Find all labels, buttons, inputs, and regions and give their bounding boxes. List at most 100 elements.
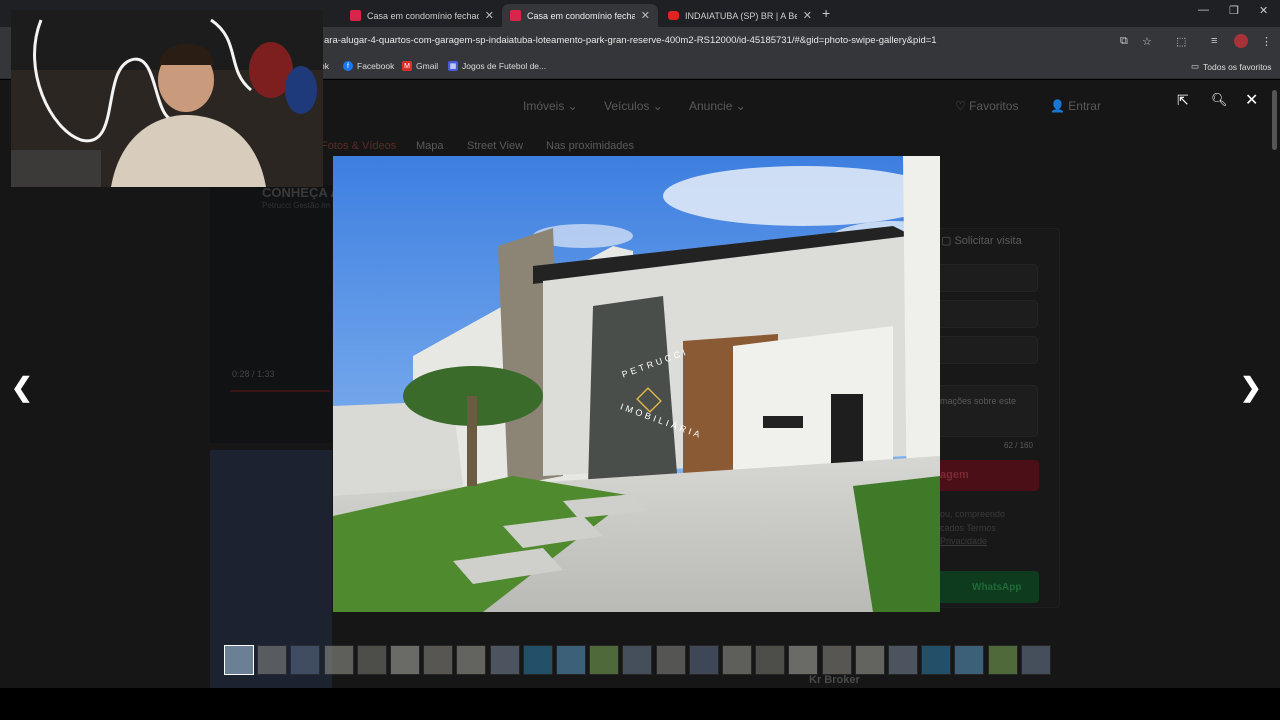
menu-icon[interactable]: ⋮ [1261,35,1272,48]
close-tab-icon[interactable]: ✕ [641,9,650,22]
gallery-thumbnail[interactable] [788,645,819,675]
zoom-icon[interactable]: 🔍︎ [1211,92,1228,108]
gallery-thumbnail[interactable] [722,645,752,675]
nav-anuncie[interactable]: Anuncie ⌄ [689,99,746,113]
gallery-thumbnail[interactable] [888,645,918,675]
bookmark-gmail[interactable]: M Gmail [402,61,438,71]
tab-title: Casa em condomínio fechado [367,10,479,21]
video-title: CONHEÇA A [262,185,340,200]
bookmark-label: Facebook [357,61,395,71]
gallery-thumbnail[interactable] [522,645,553,675]
input-phone[interactable] [935,336,1038,364]
privacy-link[interactable]: Privacidade [940,536,987,546]
gallery-thumbnail[interactable] [456,645,487,675]
tab-street-view[interactable]: Street View [467,140,523,152]
bookmark-facebook[interactable]: f Facebook [343,61,394,71]
minimize-icon[interactable]: — [1198,4,1209,16]
gallery-thumbnail[interactable] [854,645,885,675]
previous-photo-arrow-icon[interactable]: ❮ [11,372,33,403]
close-tab-icon[interactable]: ✕ [803,9,812,22]
browser-tab[interactable]: INDAIATUBA (SP) BR | A Bela Ci ✕ [660,4,820,27]
profile-avatar[interactable] [1234,34,1248,48]
gallery-thumbnail[interactable] [290,645,321,675]
tab-map[interactable]: Mapa [416,140,444,152]
facebook-icon: f [343,61,353,71]
page-scrollbar[interactable] [1272,90,1277,150]
legal-text-2[interactable]: cados Termos [940,523,996,533]
gallery-thumbnail[interactable] [1020,645,1051,675]
gallery-thumbnail[interactable] [356,645,387,675]
youtube-icon [668,11,679,20]
gallery-thumbnail[interactable] [921,645,952,675]
gallery-thumbnail[interactable] [622,645,653,675]
gallery-thumbnail[interactable] [489,645,520,675]
tab-photos-videos[interactable]: Fotos & Vídeos [321,140,396,152]
gmail-icon: M [402,61,412,71]
next-photo-arrow-icon[interactable]: ❯ [1240,372,1262,403]
whatsapp-label: WhatsApp [972,582,1022,593]
bookmark-star-icon[interactable]: ☆ [1142,35,1152,48]
message-text: mações sobre este [940,396,1017,406]
webcam-overlay [11,10,323,187]
tab-title: INDAIATUBA (SP) BR | A Bela Ci [685,10,797,21]
video-player[interactable]: CONHEÇA A Petrucci Gestão Im 0:28 / 1:33 [210,185,340,443]
favorites-link[interactable]: ♡ Favoritos [955,99,1018,113]
url-field[interactable]: ara-alugar-4-quartos-com-garagem-sp-inda… [324,35,937,46]
share-icon[interactable]: ⇱ [1177,92,1189,109]
games-icon: ▦ [448,61,458,71]
bookmark-label: Gmail [416,61,439,71]
all-bookmarks-label: Todos os favoritos [1203,61,1272,72]
zap-imoveis-icon [510,10,521,21]
message-textarea[interactable]: mações sobre este [935,385,1038,437]
login-link[interactable]: 👤 Entrar [1050,99,1101,113]
input-name[interactable] [935,264,1038,292]
nav-veiculos[interactable]: Veículos ⌄ [604,99,663,113]
browser-tab-active[interactable]: Casa em condomínio fechado ✕ [502,4,658,27]
video-channel: Petrucci Gestão Im [262,201,331,210]
bottom-bar [0,688,1280,720]
gallery-thumbnail[interactable] [423,645,454,675]
gallery-thumbnail[interactable] [755,645,786,675]
video-time: 0:28 / 1:33 [232,369,275,379]
video-progress[interactable] [230,390,330,392]
gallery-thumbnail[interactable] [987,645,1018,675]
media-icon[interactable]: ≡ [1211,35,1217,47]
zap-imoveis-icon [350,10,361,21]
bookmark-games[interactable]: ▦ Jogos de Futebol de... [448,61,546,71]
whatsapp-button[interactable]: WhatsApp [935,571,1039,603]
request-visit[interactable]: ▢ Solicitar visita [941,234,1022,247]
send-label: agem [940,469,969,481]
all-bookmarks[interactable]: ▭ Todos os favoritos [1191,61,1272,72]
gallery-thumbnail[interactable] [589,645,620,675]
tab-nearby[interactable]: Nas proximidades [546,140,634,152]
house-photo-illustration [333,156,940,612]
restore-icon[interactable]: ❐ [1229,4,1239,17]
char-counter: 62 / 160 [1004,441,1033,450]
gallery-thumbnail[interactable] [556,645,586,675]
folder-icon: ▭ [1191,61,1200,71]
thumbnail-strip [222,645,1062,677]
extensions-icon[interactable]: ⬚ [1176,35,1186,48]
close-lightbox-icon[interactable]: ✕ [1245,90,1258,110]
gallery-thumbnail[interactable] [821,645,852,675]
gallery-thumbnail[interactable] [655,645,686,675]
gallery-thumbnail[interactable] [954,645,985,675]
gallery-photo[interactable]: PETRUCCI IMOBILIÁRIA [333,156,940,612]
bookmark-label: Jogos de Futebol de... [462,61,547,71]
gallery-thumbnail[interactable] [224,645,254,675]
install-app-icon[interactable]: ⧉ [1120,35,1128,48]
gallery-thumbnail[interactable] [323,645,354,675]
send-message-button[interactable]: agem [935,460,1039,491]
legal-text-1: ou, compreendo [940,509,1006,519]
tab-title: Casa em condomínio fechado [527,10,635,21]
gallery-thumbnail[interactable] [257,645,288,675]
browser-tab[interactable]: Casa em condomínio fechado ✕ [342,4,502,27]
nav-imoveis[interactable]: Imóveis ⌄ [523,99,578,113]
gallery-thumbnail[interactable] [390,645,420,675]
gallery-thumbnail[interactable] [688,645,719,675]
input-email[interactable] [935,300,1038,328]
new-tab-button[interactable]: + [822,5,830,21]
close-tab-icon[interactable]: ✕ [485,9,494,22]
close-window-icon[interactable]: ✕ [1259,4,1268,17]
streamer-webcam-image [11,10,323,187]
